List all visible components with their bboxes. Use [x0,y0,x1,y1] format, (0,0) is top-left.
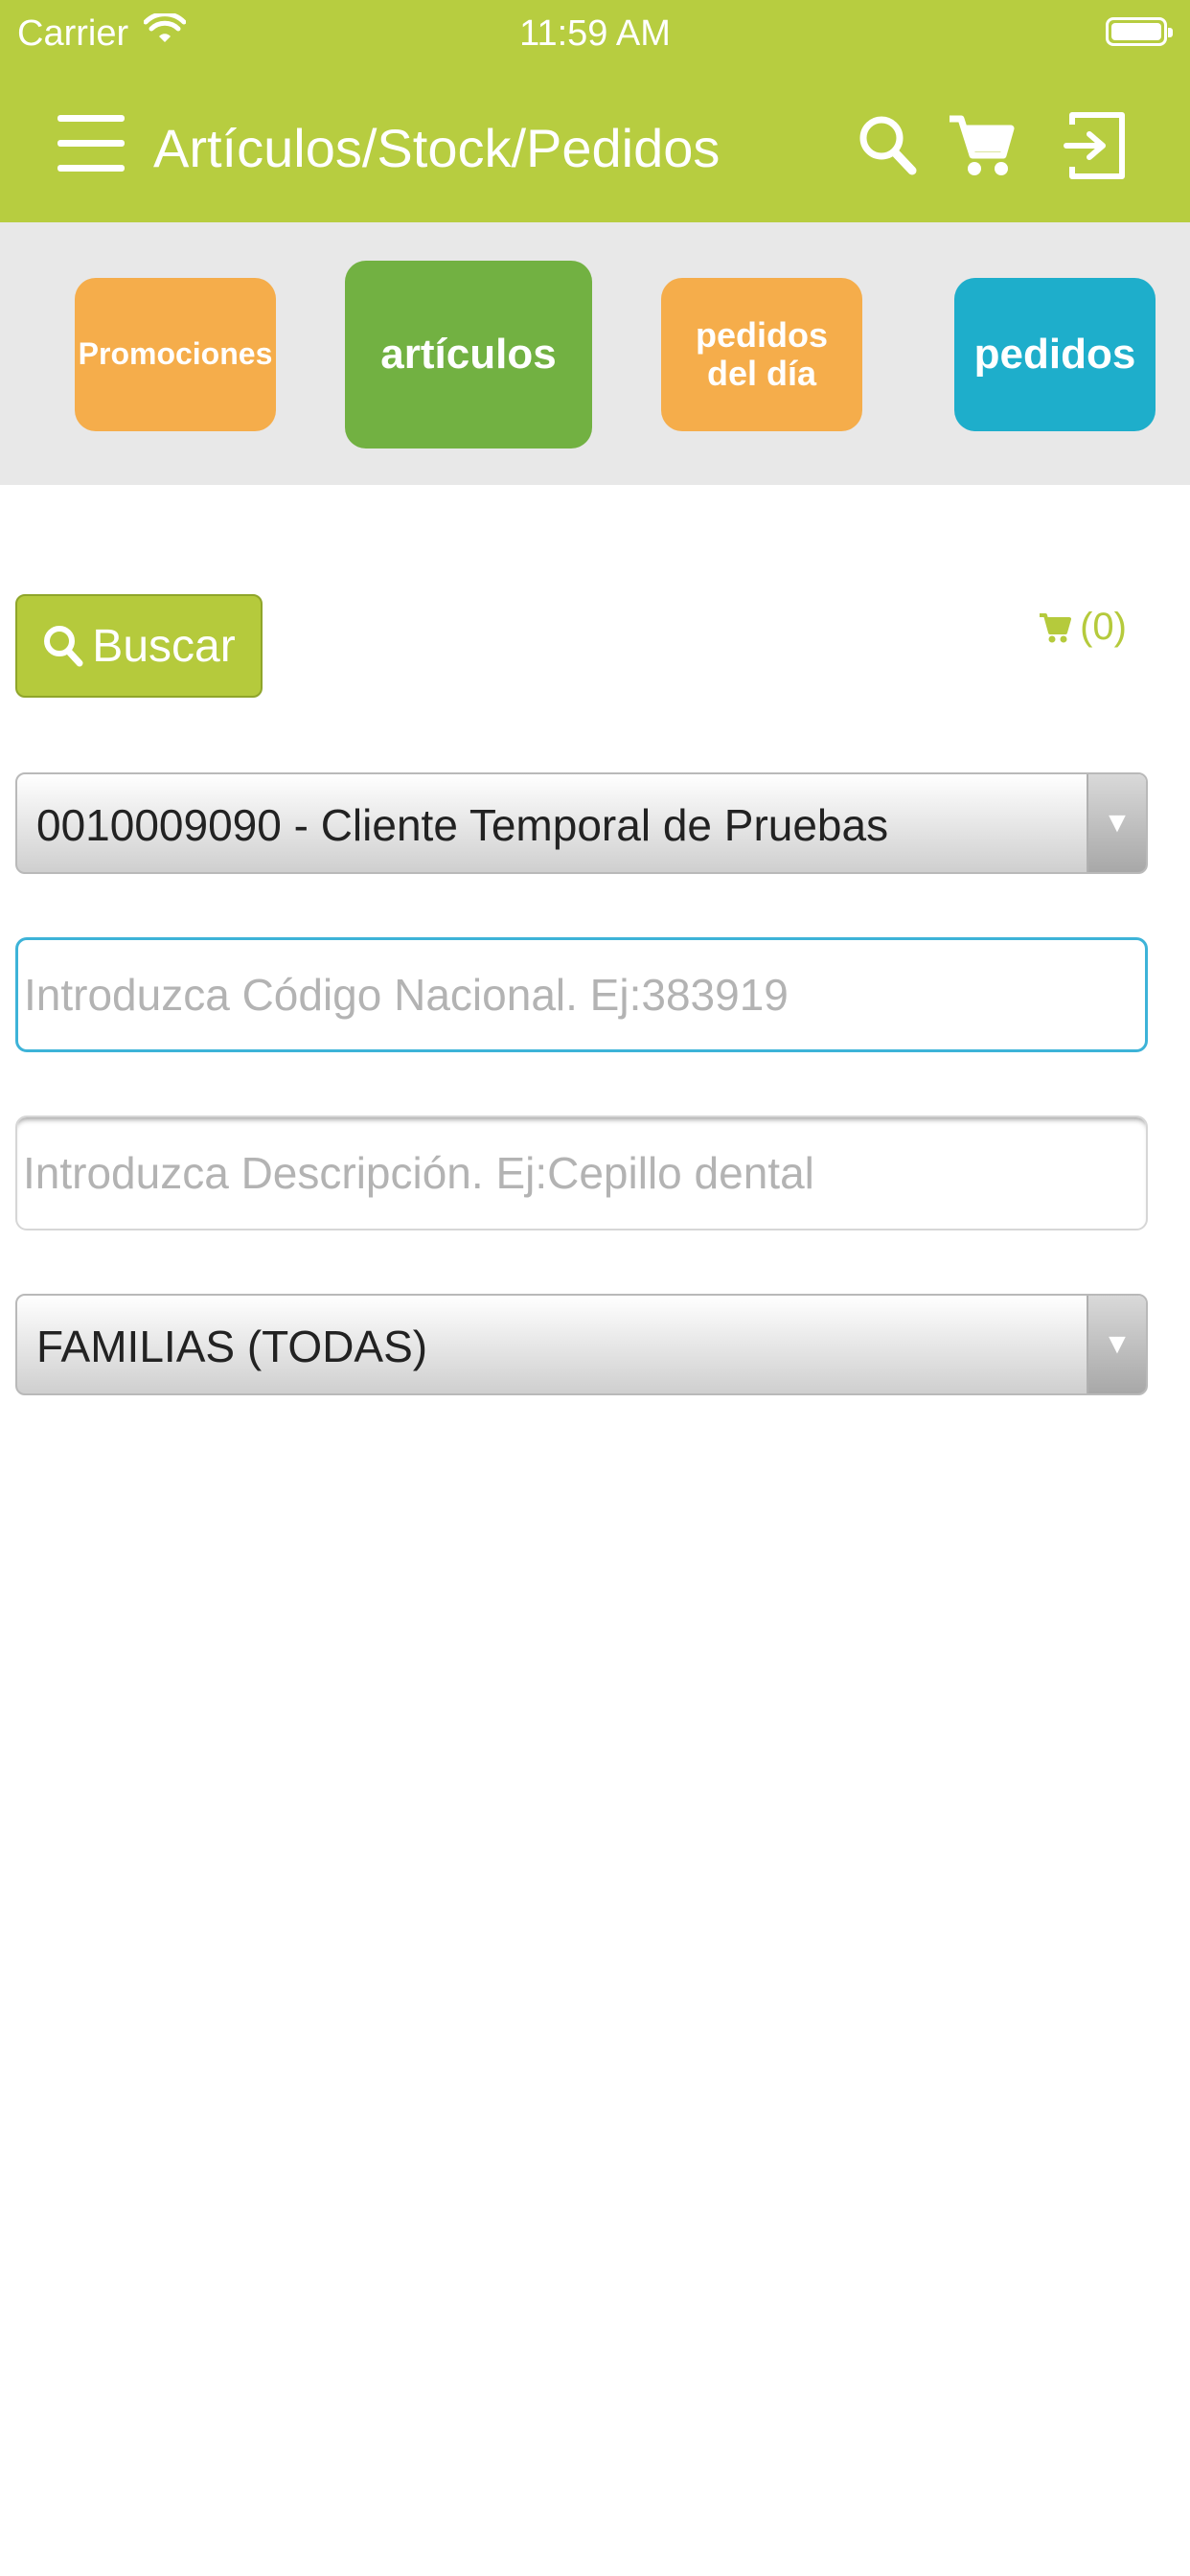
cart-count-link[interactable]: (0) [1038,606,1127,649]
familias-select[interactable]: FAMILIAS (TODAS) ▼ [15,1294,1148,1395]
battery-icon [1106,17,1173,46]
tile-articulos-label: artículos [380,330,557,378]
dropdown-arrow-icon: ▼ [1087,774,1146,872]
dropdown-arrow-icon: ▼ [1087,1296,1146,1393]
top-navbar: Artículos/Stock/Pedidos [0,73,1190,222]
descripcion-input[interactable] [15,1116,1148,1230]
tile-articulos[interactable]: artículos [345,261,592,448]
familias-select-value: FAMILIAS (TODAS) [36,1322,428,1371]
tile-pedidos-del-dia[interactable]: pedidos del día [661,278,862,431]
logout-icon[interactable] [1059,109,1135,186]
menu-icon[interactable] [57,115,125,172]
buscar-label: Buscar [92,620,236,672]
clock: 11:59 AM [519,13,671,54]
cliente-select[interactable]: 0010009090 - Cliente Temporal de Pruebas… [15,772,1148,874]
cart-icon[interactable] [944,109,1020,186]
search-icon[interactable] [851,109,927,186]
tile-pedidos-del-dia-line1: pedidos [695,315,828,356]
cart-icon [1040,612,1072,642]
tile-pedidos-label: pedidos [973,330,1136,378]
page-title: Artículos/Stock/Pedidos [153,118,721,178]
tile-pedidos[interactable]: pedidos [954,278,1156,431]
tile-promociones-label: Promociones [78,336,273,372]
tile-promociones[interactable]: Promociones [75,278,276,431]
codigo-nacional-input[interactable] [15,937,1148,1052]
cliente-select-value: 0010009090 - Cliente Temporal de Pruebas [36,800,889,850]
buscar-button[interactable]: Buscar [15,594,263,698]
status-bar: Carrier 11:59 AM [0,0,1190,73]
tile-pedidos-del-dia-line2: del día [706,354,816,393]
cart-count-value: (0) [1080,606,1127,648]
search-icon [44,626,83,667]
module-tiles: Promociones artículos pedidos del día pe… [0,222,1190,485]
